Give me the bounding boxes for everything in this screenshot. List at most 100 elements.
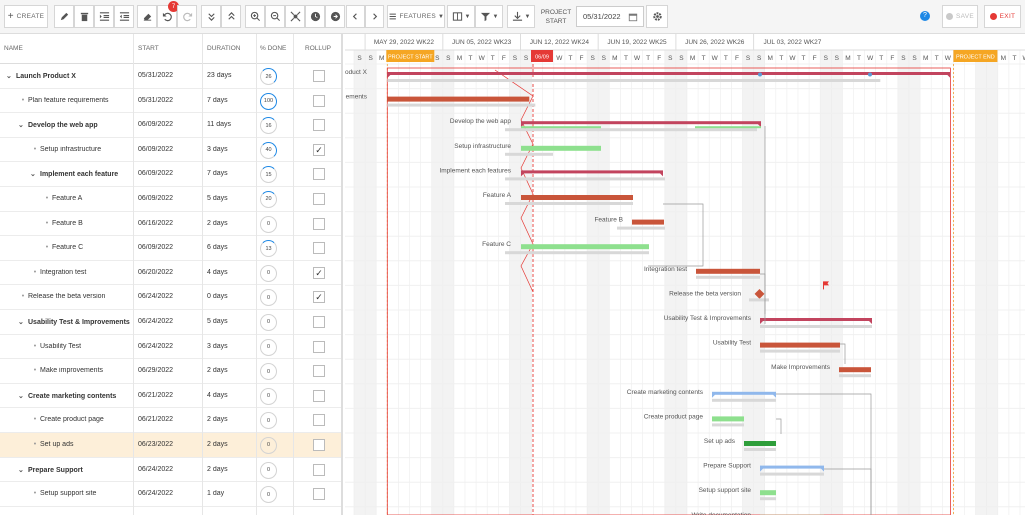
task-start[interactable]: 06/09/2022 bbox=[138, 170, 173, 177]
delete-button[interactable] bbox=[74, 5, 94, 28]
task-start[interactable]: 06/24/2022 bbox=[138, 343, 173, 350]
header-percent-done[interactable]: % DONE bbox=[260, 45, 286, 52]
percent-done-ring[interactable]: 16 bbox=[260, 117, 277, 135]
task-start[interactable]: 06/24/2022 bbox=[138, 293, 173, 300]
task-start[interactable]: 06/24/2022 bbox=[138, 318, 173, 325]
rollup-checkbox[interactable] bbox=[313, 463, 325, 476]
percent-done-ring[interactable]: 0 bbox=[260, 215, 277, 233]
features-menu-button[interactable]: FEATURES ▼ bbox=[387, 5, 445, 28]
zoom-out-button[interactable] bbox=[265, 5, 285, 28]
chevron-down-icon[interactable]: ⌄ bbox=[18, 466, 28, 474]
task-name[interactable]: ⌄ Implement each feature bbox=[0, 170, 132, 178]
task-name[interactable]: • Integration test bbox=[0, 269, 132, 276]
task-row[interactable]: ⌄ Launch Product X 05/31/2022 23 days 26 bbox=[0, 64, 341, 89]
summary-bar[interactable] bbox=[760, 318, 872, 321]
task-name[interactable]: • Setup support site bbox=[0, 490, 132, 497]
task-name[interactable]: ⌄ Develop the web app bbox=[0, 121, 132, 129]
task-name[interactable]: • Set up ads bbox=[0, 441, 132, 448]
summary-bar[interactable] bbox=[521, 170, 663, 174]
rollup-checkbox[interactable] bbox=[313, 242, 325, 255]
task-name[interactable]: • Make improvements bbox=[0, 367, 132, 374]
task-duration[interactable]: 23 days bbox=[207, 72, 232, 79]
task-start[interactable]: 06/09/2022 bbox=[138, 195, 173, 202]
task-row[interactable]: ⌄ Usability Test & Improvements 06/24/2022… bbox=[0, 310, 341, 335]
outdent-button[interactable] bbox=[114, 5, 134, 28]
header-rollup[interactable]: ROLLUP bbox=[305, 45, 331, 52]
percent-done-ring[interactable]: 0 bbox=[260, 363, 277, 381]
task-name[interactable]: ⌄ Create marketing contents bbox=[0, 392, 132, 400]
edit-button[interactable] bbox=[54, 5, 74, 28]
task-name[interactable]: • Create product page bbox=[0, 416, 132, 423]
percent-done-ring[interactable]: 0 bbox=[260, 313, 277, 331]
rollup-checkbox[interactable] bbox=[313, 119, 325, 132]
rollup-checkbox[interactable] bbox=[313, 192, 325, 205]
task-bar[interactable] bbox=[521, 244, 649, 250]
scroll-to-task-button[interactable] bbox=[325, 5, 345, 28]
column-divider[interactable] bbox=[202, 34, 203, 515]
task-name[interactable]: ⌄ Launch Product X bbox=[0, 72, 132, 80]
task-duration[interactable]: 6 days bbox=[207, 244, 228, 251]
task-row[interactable]: ⌄ Develop the web app 06/09/2022 11 days 16 bbox=[0, 113, 341, 138]
percent-done-ring[interactable]: 0 bbox=[260, 387, 277, 405]
task-bar[interactable] bbox=[387, 96, 530, 102]
percent-done-ring[interactable]: 40 bbox=[260, 141, 277, 159]
column-divider[interactable] bbox=[293, 34, 294, 515]
rollup-checkbox[interactable] bbox=[313, 340, 325, 353]
chevron-down-icon[interactable]: ⌄ bbox=[6, 72, 16, 80]
task-name[interactable]: • Usability Test bbox=[0, 343, 132, 350]
column-divider[interactable] bbox=[133, 34, 134, 515]
expand-all-button[interactable] bbox=[201, 5, 221, 28]
task-row[interactable]: • Create product page 06/21/2022 2 days 0 bbox=[0, 408, 341, 433]
task-duration[interactable]: 4 days bbox=[207, 269, 228, 276]
task-row[interactable]: • Usability Test 06/24/2022 3 days 0 bbox=[0, 335, 341, 360]
task-row[interactable]: • Integration test 06/20/2022 4 days 0 ✓ bbox=[0, 261, 341, 286]
redo-button[interactable] bbox=[177, 5, 197, 28]
task-duration[interactable]: 2 days bbox=[207, 441, 228, 448]
chevron-down-icon[interactable]: ⌄ bbox=[18, 392, 28, 400]
task-start[interactable]: 06/24/2022 bbox=[138, 490, 173, 497]
summary-bar[interactable] bbox=[712, 391, 776, 395]
calendar-icon[interactable] bbox=[628, 12, 638, 22]
undo-button[interactable]: 7 bbox=[157, 1, 179, 28]
zoom-to-today-button[interactable] bbox=[305, 5, 325, 28]
gantt-chart[interactable]: SSMTWTFSSMTWTFSSMTWTFSSMTWTFSSMTWTFSSMTW… bbox=[345, 34, 1025, 515]
task-bar[interactable] bbox=[760, 342, 840, 348]
eraser-button[interactable] bbox=[137, 5, 157, 28]
rollup-checkbox[interactable]: ✓ bbox=[313, 266, 325, 279]
rollup-checkbox[interactable] bbox=[313, 315, 325, 328]
task-name[interactable]: ⌄ Prepare Support bbox=[0, 466, 132, 474]
task-name[interactable]: • Setup infrastructure bbox=[0, 146, 132, 153]
chevron-down-icon[interactable]: ⌄ bbox=[18, 318, 28, 326]
task-start[interactable]: 06/21/2022 bbox=[138, 416, 173, 423]
task-duration[interactable]: 0 days bbox=[207, 293, 228, 300]
task-bar[interactable] bbox=[696, 268, 760, 274]
exit-button[interactable]: EXIT bbox=[984, 5, 1021, 28]
percent-done-ring[interactable]: 0 bbox=[260, 486, 277, 504]
rollup-checkbox[interactable] bbox=[313, 217, 325, 230]
task-duration[interactable]: 3 days bbox=[207, 343, 228, 350]
zoom-in-button[interactable] bbox=[245, 5, 265, 28]
task-row[interactable]: • Setup support site 06/24/2022 1 day 0 bbox=[0, 482, 341, 507]
previous-button[interactable] bbox=[346, 5, 365, 28]
percent-done-ring[interactable]: 0 bbox=[260, 289, 277, 307]
task-bar[interactable] bbox=[521, 145, 601, 151]
task-row[interactable]: • Setup infrastructure 06/09/2022 3 days 40 ✓ bbox=[0, 138, 341, 163]
task-name[interactable]: • Feature B bbox=[0, 220, 132, 227]
task-duration[interactable]: 7 days bbox=[207, 97, 228, 104]
help-icon[interactable]: ? bbox=[920, 11, 930, 21]
task-start[interactable]: 05/31/2022 bbox=[138, 72, 173, 79]
column-divider[interactable] bbox=[256, 34, 257, 515]
task-duration[interactable]: 7 days bbox=[207, 170, 228, 177]
rollup-checkbox[interactable] bbox=[313, 438, 325, 451]
task-start[interactable]: 06/09/2022 bbox=[138, 121, 173, 128]
indent-button[interactable] bbox=[94, 5, 114, 28]
percent-done-ring[interactable]: 15 bbox=[260, 166, 277, 184]
task-bar[interactable] bbox=[632, 219, 664, 225]
rollup-checkbox[interactable]: ✓ bbox=[313, 291, 325, 304]
task-row[interactable]: ⌄ Prepare Support 06/24/2022 2 days 0 bbox=[0, 458, 341, 483]
task-duration[interactable]: 3 days bbox=[207, 146, 228, 153]
task-row[interactable]: • Make improvements 06/29/2022 2 days 0 bbox=[0, 359, 341, 384]
rollup-checkbox[interactable] bbox=[313, 168, 325, 181]
task-duration[interactable]: 2 days bbox=[207, 416, 228, 423]
collapse-all-button[interactable] bbox=[221, 5, 241, 28]
